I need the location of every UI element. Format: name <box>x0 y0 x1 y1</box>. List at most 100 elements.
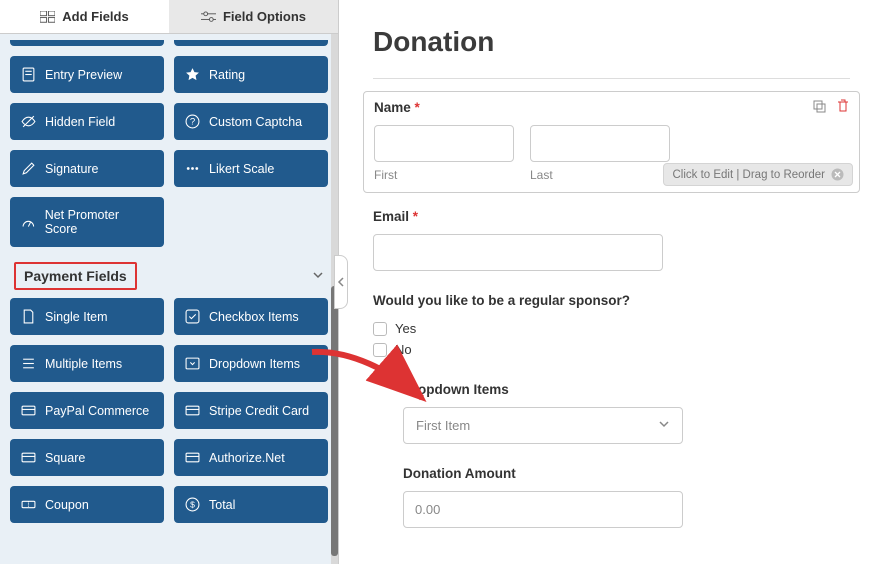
grid-icon <box>40 11 55 23</box>
field-single-item[interactable]: Single Item <box>10 298 164 335</box>
checkbox-icon <box>373 343 387 357</box>
field-label: Signature <box>45 162 99 176</box>
fields-panel: Entry Preview Rating Hidden Field ? Custo… <box>0 34 338 564</box>
field-label: Authorize.Net <box>209 451 285 465</box>
field-name[interactable]: Name * First Last Click to Edit | Drag t… <box>363 91 860 193</box>
sidebar-tabs: Add Fields Field Options <box>0 0 338 34</box>
chevron-down-icon <box>312 269 324 284</box>
chevron-down-icon <box>658 418 670 433</box>
select-value: First Item <box>416 418 470 433</box>
field-sponsor[interactable]: Would you like to be a regular sponsor? … <box>373 293 850 360</box>
field-dropdown-items[interactable]: Dropdown Items <box>174 345 328 382</box>
last-sublabel: Last <box>530 168 670 182</box>
field-hidden-field[interactable]: Hidden Field <box>10 103 164 140</box>
eye-off-icon <box>21 114 36 129</box>
first-name-input[interactable] <box>374 125 514 162</box>
field-label: Single Item <box>45 310 108 324</box>
field-label: Entry Preview <box>45 68 122 82</box>
field-likert-scale[interactable]: Likert Scale <box>174 150 328 187</box>
file-icon <box>21 309 36 324</box>
donation-input[interactable] <box>403 491 683 528</box>
field-label: Dropdown Items <box>209 357 300 371</box>
card-icon <box>185 403 200 418</box>
field-total[interactable]: $Total <box>174 486 328 523</box>
edit-hint: Click to Edit | Drag to Reorder <box>663 163 853 186</box>
field-entry-preview[interactable]: Entry Preview <box>10 56 164 93</box>
payment-fields-grid: Single Item Checkbox Items Multiple Item… <box>10 298 328 523</box>
field-rating[interactable]: Rating <box>174 56 328 93</box>
field-email[interactable]: Email * <box>373 209 850 271</box>
tab-field-options-label: Field Options <box>223 9 306 24</box>
field-button[interactable] <box>10 40 164 46</box>
card-icon <box>21 403 36 418</box>
email-input[interactable] <box>373 234 663 271</box>
checkbox-label: No <box>395 342 412 357</box>
star-icon <box>185 67 200 82</box>
section-payment-fields[interactable]: Payment Fields <box>10 251 328 298</box>
field-net-promoter-score[interactable]: Net Promoter Score <box>10 197 164 247</box>
field-label: Likert Scale <box>209 162 274 176</box>
field-label: PayPal Commerce <box>45 404 149 418</box>
question-icon: ? <box>185 114 200 129</box>
checkbox-icon <box>373 322 387 336</box>
field-square[interactable]: Square <box>10 439 164 476</box>
collapse-sidebar-button[interactable] <box>334 255 348 309</box>
svg-text:?: ? <box>190 117 195 128</box>
pencil-icon <box>21 161 36 176</box>
field-checkbox-items[interactable]: Checkbox Items <box>174 298 328 335</box>
gauge-icon <box>21 215 36 230</box>
card-icon <box>185 450 200 465</box>
field-dropdown-items[interactable]: Dropdown Items First Item <box>403 382 850 444</box>
field-label: Net Promoter Score <box>45 208 153 236</box>
field-custom-captcha[interactable]: ? Custom Captcha <box>174 103 328 140</box>
ticket-icon <box>21 497 36 512</box>
checkbox-label: Yes <box>395 321 416 336</box>
trash-icon[interactable] <box>835 98 851 114</box>
sidebar: Add Fields Field Options Entry Preview R… <box>0 0 339 564</box>
field-label: Square <box>45 451 85 465</box>
sliders-icon <box>201 11 216 23</box>
scrollbar-thumb[interactable] <box>331 286 338 556</box>
field-label: Coupon <box>45 498 89 512</box>
close-icon[interactable] <box>831 168 844 181</box>
field-label: Stripe Credit Card <box>209 404 309 418</box>
card-icon <box>21 450 36 465</box>
duplicate-icon[interactable] <box>811 98 827 114</box>
document-icon <box>21 67 36 82</box>
field-coupon[interactable]: Coupon <box>10 486 164 523</box>
field-button[interactable] <box>174 40 328 46</box>
svg-text:$: $ <box>190 500 195 510</box>
field-paypal-commerce[interactable]: PayPal Commerce <box>10 392 164 429</box>
tab-add-fields-label: Add Fields <box>62 9 128 24</box>
field-authorize-net[interactable]: Authorize.Net <box>174 439 328 476</box>
checkbox-no[interactable]: No <box>373 339 850 360</box>
first-sublabel: First <box>374 168 514 182</box>
dropdown-select[interactable]: First Item <box>403 407 683 444</box>
field-actions <box>811 98 851 114</box>
field-label: Custom Captcha <box>209 115 302 129</box>
checkbox-yes[interactable]: Yes <box>373 318 850 339</box>
sum-icon: $ <box>185 497 200 512</box>
divider <box>373 78 850 79</box>
field-multiple-items[interactable]: Multiple Items <box>10 345 164 382</box>
field-signature[interactable]: Signature <box>10 150 164 187</box>
field-stripe-credit-card[interactable]: Stripe Credit Card <box>174 392 328 429</box>
required-indicator: * <box>413 209 418 224</box>
sponsor-label: Would you like to be a regular sponsor? <box>373 293 850 308</box>
email-label: Email * <box>373 209 850 224</box>
check-icon <box>185 309 200 324</box>
tab-add-fields[interactable]: Add Fields <box>0 0 169 33</box>
section-title: Payment Fields <box>14 262 137 290</box>
tab-field-options[interactable]: Field Options <box>169 0 338 33</box>
form-title: Donation <box>373 26 850 58</box>
field-label: Rating <box>209 68 245 82</box>
chevron-left-icon <box>337 277 345 287</box>
required-indicator: * <box>415 100 420 115</box>
name-label: Name * <box>374 100 849 115</box>
field-donation-amount[interactable]: Donation Amount <box>403 466 850 528</box>
field-label: Checkbox Items <box>209 310 299 324</box>
field-label: Hidden Field <box>45 115 115 129</box>
last-name-input[interactable] <box>530 125 670 162</box>
fancy-fields-grid: Entry Preview Rating Hidden Field ? Custo… <box>10 40 328 247</box>
dots-icon <box>185 161 200 176</box>
